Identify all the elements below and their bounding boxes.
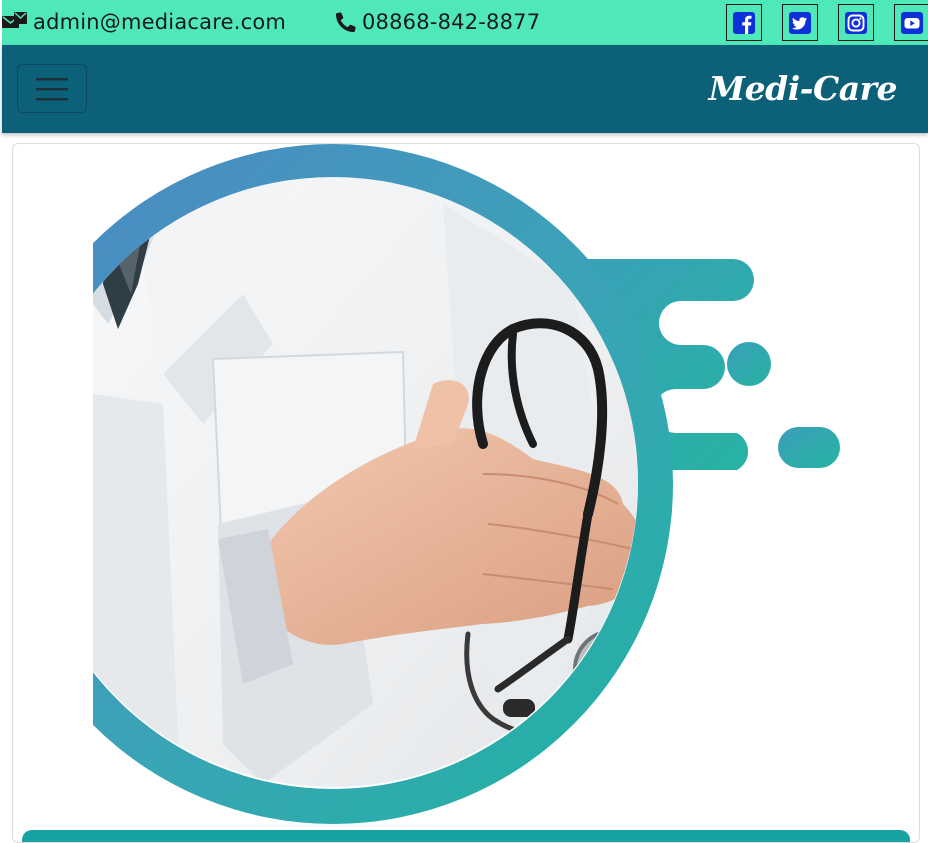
navbar-toggler-button[interactable] <box>17 64 87 113</box>
phone-icon <box>336 12 356 32</box>
phone-contact[interactable]: 08868-842-8877 <box>336 9 540 35</box>
youtube-square-icon <box>901 11 923 34</box>
instagram-link[interactable] <box>838 4 874 41</box>
email-text: admin@mediacare.com <box>33 10 287 34</box>
hamburger-menu-icon <box>36 77 68 100</box>
envelope-icon <box>2 12 27 28</box>
twitter-link[interactable] <box>782 4 818 41</box>
main-navbar: Medi-Care <box>2 45 928 133</box>
facebook-link[interactable] <box>726 4 762 41</box>
phone-text: 08868-842-8877 <box>362 10 541 34</box>
email-contact[interactable]: admin@mediacare.com <box>2 9 286 35</box>
top-contact-bar: admin@mediacare.com 08868-842-8877 <box>2 0 928 45</box>
instagram-icon <box>845 11 867 34</box>
youtube-link[interactable] <box>894 4 928 41</box>
next-section-edge <box>22 830 910 842</box>
facebook-square-icon <box>733 11 755 34</box>
doctor-hero-image <box>93 144 840 824</box>
hero-card <box>12 143 920 843</box>
twitter-square-icon <box>789 11 811 34</box>
brand-logo-text[interactable]: Medi-Care <box>709 67 898 111</box>
